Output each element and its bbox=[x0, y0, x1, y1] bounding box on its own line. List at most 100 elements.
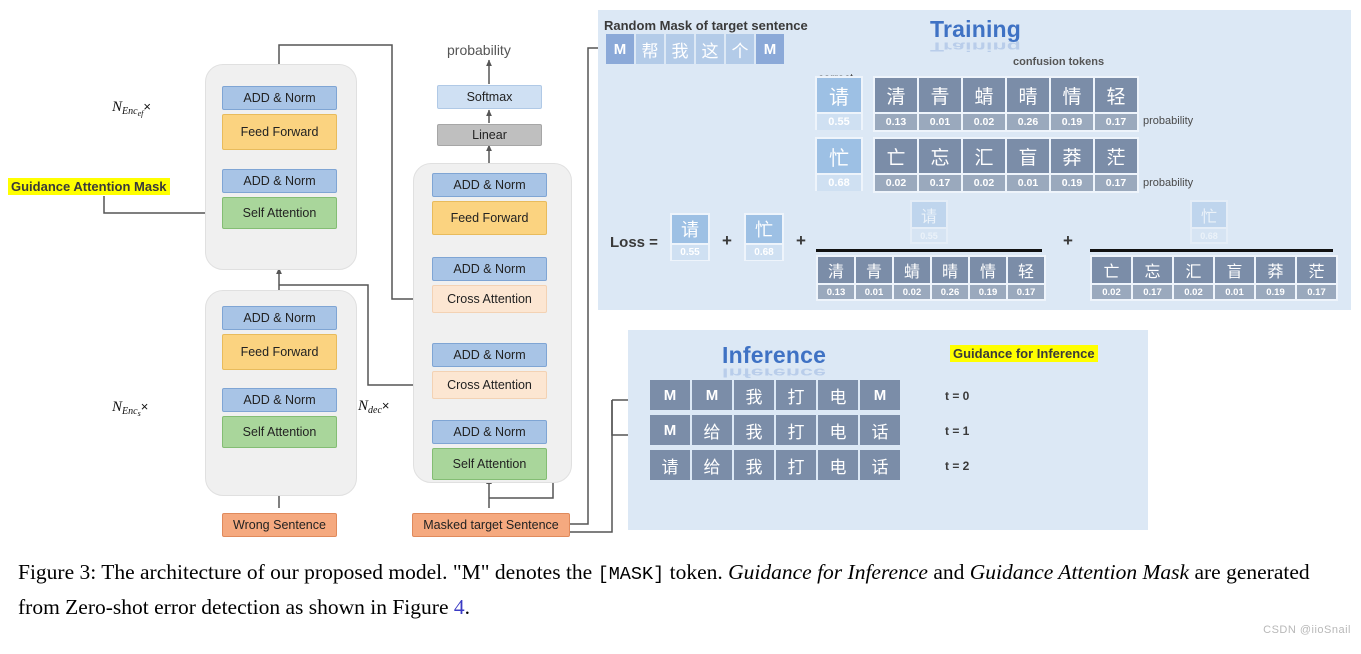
encoder-ef-self-attention[interactable]: Self Attention bbox=[222, 197, 337, 229]
mask-token-1: 帮 bbox=[636, 34, 664, 64]
confusion-0-prob-0: 0.13 bbox=[875, 114, 917, 130]
loss-term-cell-0: 请 0.55 bbox=[670, 213, 710, 261]
enc-subscript: Enc bbox=[122, 106, 138, 117]
decoder-add-norm-4[interactable]: ADD & Norm bbox=[432, 173, 547, 197]
encoder-s-repeat-label: NEncs× bbox=[112, 399, 148, 418]
caption-emphasis-2: Guidance Attention Mask bbox=[969, 560, 1190, 584]
encoder-s-add-norm-1[interactable]: ADD & Norm bbox=[222, 388, 337, 412]
loss-denom-0-prob-4: 0.19 bbox=[970, 285, 1006, 299]
confusion-0-prob-2: 0.02 bbox=[963, 114, 1005, 130]
loss-denom-0-char-2: 蜻 bbox=[894, 257, 930, 283]
confusion-1-char-0: 亡 bbox=[875, 139, 917, 173]
masked-target-sentence-box[interactable]: Masked target Sentence bbox=[412, 513, 570, 537]
inference-token-0-5: M bbox=[860, 380, 900, 410]
guidance-attention-mask-label: Guidance Attention Mask bbox=[8, 178, 170, 195]
inference-token-1-4: 电 bbox=[818, 415, 858, 445]
confusion-0-char-4: 情 bbox=[1051, 78, 1093, 112]
loss-term-char-1: 忙 bbox=[746, 215, 782, 243]
inference-token-0-3: 打 bbox=[776, 380, 816, 410]
training-title-reflection: Training bbox=[930, 39, 1022, 54]
inference-row-1: M给我打电话 bbox=[650, 415, 900, 445]
random-mask-token-row: M帮我这个M bbox=[606, 34, 784, 64]
loss-fraction-0-denominator: 清青蜻晴情轻 0.13 0.01 0.02 0.26 0.19 0.17 bbox=[816, 255, 1046, 301]
encoder-s-self-attention[interactable]: Self Attention bbox=[222, 416, 337, 448]
confusion-1-prob-0: 0.02 bbox=[875, 175, 917, 191]
softmax-block[interactable]: Softmax bbox=[437, 85, 542, 109]
linear-block[interactable]: Linear bbox=[437, 124, 542, 146]
encoder-s-feed-forward[interactable]: Feed Forward bbox=[222, 334, 337, 370]
enc-subscript: Enc bbox=[122, 406, 138, 417]
confusion-1-prob-4: 0.19 bbox=[1051, 175, 1093, 191]
inference-token-1-0: M bbox=[650, 415, 690, 445]
encoder-ef-add-norm-1[interactable]: ADD & Norm bbox=[222, 169, 337, 193]
confusion-1-char-1: 忘 bbox=[919, 139, 961, 173]
inference-token-2-5: 话 bbox=[860, 450, 900, 480]
decoder-cross-attention-2[interactable]: Cross Attention bbox=[432, 285, 547, 313]
loss-fraction-1-numerator: 忙 0.68 bbox=[1190, 200, 1228, 244]
inference-row-0: MM我打电M bbox=[650, 380, 900, 410]
dec-subscript: dec bbox=[368, 405, 382, 416]
loss-denom-1-prob-0: 0.02 bbox=[1092, 285, 1131, 299]
correct-token-char-0: 请 bbox=[817, 78, 861, 112]
loss-denom-0-prob-5: 0.17 bbox=[1008, 285, 1044, 299]
inference-token-2-0: 请 bbox=[650, 450, 690, 480]
confusion-1-prob-3: 0.01 bbox=[1007, 175, 1049, 191]
loss-denom-1-char-1: 忘 bbox=[1133, 257, 1172, 283]
figure-canvas: ADD & Norm Feed Forward ADD & Norm Self … bbox=[0, 0, 1361, 548]
loss-fraction-0-char: 请 bbox=[912, 202, 946, 227]
confusion-tokens-label: confusion tokens bbox=[1013, 56, 1105, 68]
inference-token-2-4: 电 bbox=[818, 450, 858, 480]
loss-fraction-0-numerator: 请 0.55 bbox=[910, 200, 948, 244]
encoder-s-add-norm-2[interactable]: ADD & Norm bbox=[222, 306, 337, 330]
mask-token-5: M bbox=[756, 34, 784, 64]
inference-token-1-2: 我 bbox=[734, 415, 774, 445]
decoder-add-norm-1[interactable]: ADD & Norm bbox=[432, 420, 547, 444]
confusion-0-prob-5: 0.17 bbox=[1095, 114, 1137, 130]
inference-row-2: 请给我打电话 bbox=[650, 450, 900, 480]
times-symbol: × bbox=[140, 399, 149, 414]
loss-denom-0-char-1: 青 bbox=[856, 257, 892, 283]
loss-denom-0-char-5: 轻 bbox=[1008, 257, 1044, 283]
mask-token-4: 个 bbox=[726, 34, 754, 64]
wrong-sentence-box[interactable]: Wrong Sentence bbox=[222, 513, 337, 537]
inference-title-reflection: Inference bbox=[722, 365, 827, 380]
confusion-1-char-2: 汇 bbox=[963, 139, 1005, 173]
decoder-cross-attention-1[interactable]: Cross Attention bbox=[432, 371, 547, 399]
inference-token-2-1: 给 bbox=[692, 450, 732, 480]
decoder-feed-forward[interactable]: Feed Forward bbox=[432, 201, 547, 235]
inference-token-1-3: 打 bbox=[776, 415, 816, 445]
confusion-0-prob-3: 0.26 bbox=[1007, 114, 1049, 130]
mask-token-2: 我 bbox=[666, 34, 694, 64]
confusion-0-prob-1: 0.01 bbox=[919, 114, 961, 130]
confusion-grid-1: 亡忘汇盲莽茫 0.02 0.17 0.02 0.01 0.19 0.17 bbox=[873, 137, 1139, 193]
inference-token-2-2: 我 bbox=[734, 450, 774, 480]
inference-step-label-2: t = 2 bbox=[945, 459, 970, 473]
guidance-for-inference-label: Guidance for Inference bbox=[950, 345, 1098, 362]
n-symbol: N bbox=[112, 99, 123, 115]
encoder-ef-feed-forward[interactable]: Feed Forward bbox=[222, 114, 337, 150]
caption-and: and bbox=[927, 560, 970, 584]
decoder-add-norm-3[interactable]: ADD & Norm bbox=[432, 257, 547, 281]
mask-token-0: M bbox=[606, 34, 634, 64]
encoder-ef-add-norm-2[interactable]: ADD & Norm bbox=[222, 86, 337, 110]
confusion-0-prob-4: 0.19 bbox=[1051, 114, 1093, 130]
inference-token-1-1: 给 bbox=[692, 415, 732, 445]
confusion-0-char-0: 清 bbox=[875, 78, 917, 112]
loss-denom-1-char-0: 亡 bbox=[1092, 257, 1131, 283]
random-mask-header: Random Mask of target sentence bbox=[604, 18, 808, 33]
caption-figure-ref[interactable]: 4 bbox=[454, 595, 465, 619]
decoder-self-attention[interactable]: Self Attention bbox=[432, 448, 547, 480]
loss-denom-0-prob-2: 0.02 bbox=[894, 285, 930, 299]
confusion-0-char-5: 轻 bbox=[1095, 78, 1137, 112]
loss-denom-1-prob-3: 0.01 bbox=[1215, 285, 1254, 299]
confusion-1-char-4: 莽 bbox=[1051, 139, 1093, 173]
confusion-1-prob-2: 0.02 bbox=[963, 175, 1005, 191]
loss-denom-0-char-4: 情 bbox=[970, 257, 1006, 283]
loss-denom-1-prob-5: 0.17 bbox=[1297, 285, 1336, 299]
loss-fraction-0-prob: 0.55 bbox=[912, 229, 946, 242]
n-symbol: N bbox=[112, 399, 123, 415]
loss-fraction-1-prob: 0.68 bbox=[1192, 229, 1226, 242]
decoder-add-norm-2[interactable]: ADD & Norm bbox=[432, 343, 547, 367]
inference-token-1-5: 话 bbox=[860, 415, 900, 445]
loss-denom-1-prob-1: 0.17 bbox=[1133, 285, 1172, 299]
